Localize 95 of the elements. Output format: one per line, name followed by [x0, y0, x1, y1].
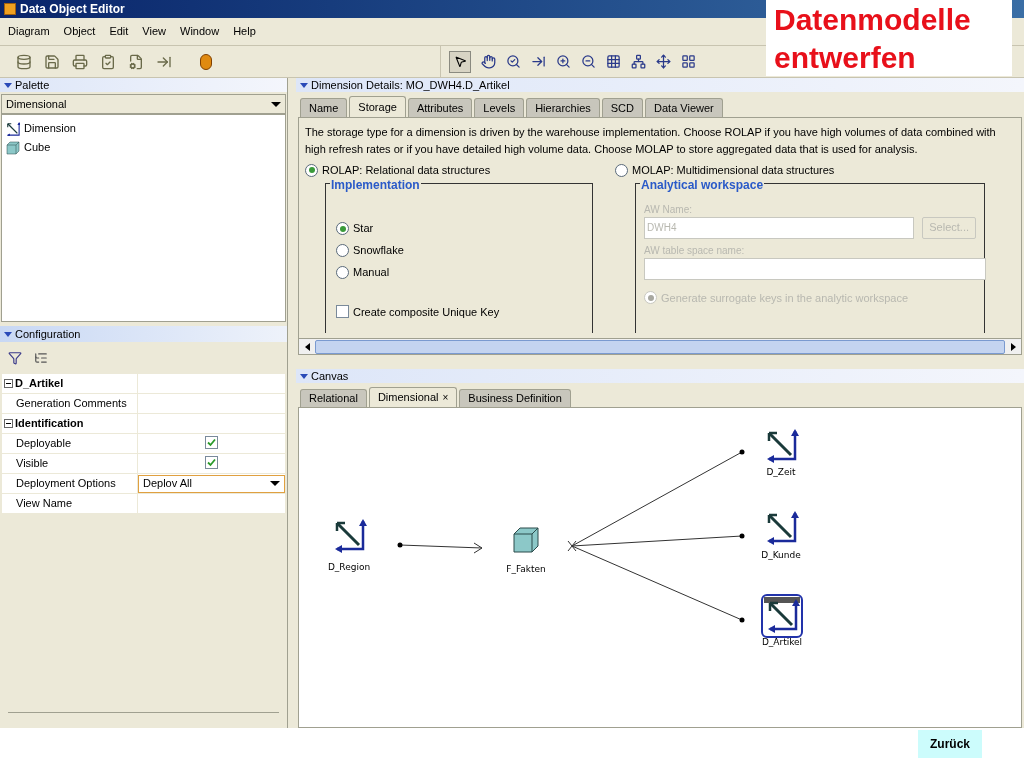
collapse-toggle[interactable]: [4, 419, 13, 428]
document-gear-icon[interactable]: [128, 53, 144, 70]
node-label: D_Kunde: [761, 550, 801, 560]
tab[interactable]: Data Viewer: [645, 98, 723, 117]
collapse-triangle-icon[interactable]: [4, 331, 12, 337]
move-icon[interactable]: [656, 54, 671, 69]
tab[interactable]: Attributes: [407, 98, 473, 117]
clipboard-icon[interactable]: [100, 53, 116, 70]
database-icon[interactable]: [16, 53, 32, 70]
panel-title: Canvas: [311, 368, 349, 384]
panel-title: Palette: [15, 77, 50, 93]
property-label: Generation Comments: [2, 394, 138, 413]
radio-button[interactable]: [336, 222, 349, 235]
dimension-node-icon[interactable]: [335, 519, 367, 553]
node-label: D_Zeit: [766, 467, 796, 477]
menu-item[interactable]: Diagram: [8, 23, 50, 40]
menu-item[interactable]: Edit: [109, 23, 129, 40]
menu-item[interactable]: Object: [63, 23, 96, 40]
cube-node-icon[interactable]: [513, 527, 539, 553]
radio-button[interactable]: [615, 163, 628, 177]
menu-item[interactable]: Window: [180, 23, 220, 40]
hand-icon[interactable]: [481, 54, 496, 69]
radio-label: Snowflake: [353, 243, 404, 259]
tab[interactable]: Name: [300, 98, 348, 117]
property-label: Deployable: [2, 434, 138, 453]
property-label: Visible: [2, 454, 138, 473]
slide-title: Datenmodelle entwerfen: [766, 0, 1012, 76]
search-icon[interactable]: [506, 54, 521, 69]
menu-item[interactable]: Help: [233, 23, 256, 40]
collapse-triangle-icon[interactable]: [300, 82, 308, 88]
grid-icon[interactable]: [606, 54, 621, 69]
close-tab-icon[interactable]: ×: [442, 390, 449, 405]
radio-button[interactable]: [336, 244, 349, 257]
property-label: Deployment Options: [2, 474, 138, 493]
storage-description: The storage type for a dimension is driven by the warehouse implementation. Choose ROLAP if you have high volumes of data combined with high refresh rates or if you have detailed high volume data. Choose MOLAP to store aggregated data that is used for analysis.: [305, 125, 997, 157]
checkbox[interactable]: [336, 305, 349, 319]
node-label: D_Artikel: [761, 637, 803, 647]
property-label: Identification: [2, 414, 138, 433]
back-button[interactable]: Zurück: [918, 730, 982, 758]
radio-button[interactable]: [336, 266, 349, 279]
palette-item[interactable]: Cube: [2, 138, 285, 157]
palette-item[interactable]: Dimension: [2, 119, 285, 138]
radio-label: Star: [353, 221, 374, 237]
panel-header[interactable]: Canvas: [296, 369, 1024, 383]
tab[interactable]: Relational: [300, 389, 367, 407]
property-label: View Name: [2, 494, 138, 513]
tab[interactable]: Hierarchies: [526, 98, 600, 117]
radio-label: Manual: [353, 265, 390, 281]
tab[interactable]: Dimensional ×: [368, 387, 458, 407]
tab[interactable]: Levels: [474, 98, 525, 117]
filter-icon[interactable]: [8, 351, 22, 365]
expand-tree-icon[interactable]: [34, 351, 48, 365]
checkbox[interactable]: [205, 456, 218, 470]
horizontal-scrollbar[interactable]: [299, 338, 1021, 354]
tab[interactable]: Business Definition: [459, 389, 571, 407]
layout-icon[interactable]: [681, 54, 696, 69]
window-title: Data Object Editor: [20, 1, 125, 18]
tab[interactable]: Storage: [349, 96, 406, 117]
app-icon: [4, 3, 16, 15]
radio-label: ROLAP: Relational data structures: [322, 163, 491, 178]
dimension-node-icon[interactable]: [767, 511, 799, 545]
panel-header[interactable]: Configuration: [0, 326, 287, 342]
checkbox[interactable]: [205, 436, 218, 450]
radio-label: MOLAP: Multidimensional data structures: [632, 163, 835, 178]
arrow-to-line-icon[interactable]: [531, 54, 546, 69]
crows-foot-icon: [567, 540, 577, 552]
node-label: F_Fakten: [506, 564, 546, 574]
collapse-toggle[interactable]: [4, 379, 13, 388]
node-label: D_Region: [327, 562, 371, 572]
printer-icon[interactable]: [72, 53, 88, 70]
zoom-out-icon[interactable]: [581, 54, 596, 69]
dimension-node-icon[interactable]: [761, 594, 803, 638]
collapse-triangle-icon[interactable]: [4, 82, 12, 88]
network-icon[interactable]: [631, 54, 646, 69]
dimension-node-icon[interactable]: [767, 429, 799, 463]
dropdown-caret-icon: [271, 101, 281, 107]
panel-title: Configuration: [15, 326, 81, 342]
zoom-in-icon[interactable]: [556, 54, 571, 69]
checkbox-label: Create composite Unique Key: [353, 304, 500, 320]
menu-item[interactable]: View: [142, 23, 166, 40]
dimension-icon: [6, 121, 20, 136]
panel-title: Dimension Details: MO_DWH4.D_Artikel: [311, 77, 510, 93]
tab[interactable]: SCD: [601, 98, 643, 117]
panel-header[interactable]: Dimension Details: MO_DWH4.D_Artikel: [296, 78, 1024, 92]
collapse-triangle-icon[interactable]: [300, 373, 308, 379]
pointer-button[interactable]: [449, 50, 471, 73]
panel-header[interactable]: Palette: [0, 78, 287, 92]
property-label: D_Artikel: [2, 374, 138, 393]
palette-dropdown[interactable]: Dimensional: [1, 94, 286, 114]
radio-button[interactable]: [305, 163, 318, 177]
pointer-icon: [453, 55, 467, 68]
figure-icon[interactable]: [200, 53, 212, 70]
cube-icon: [6, 140, 20, 155]
save-icon[interactable]: [44, 53, 60, 70]
deployment-select[interactable]: Deplov All: [138, 474, 285, 493]
